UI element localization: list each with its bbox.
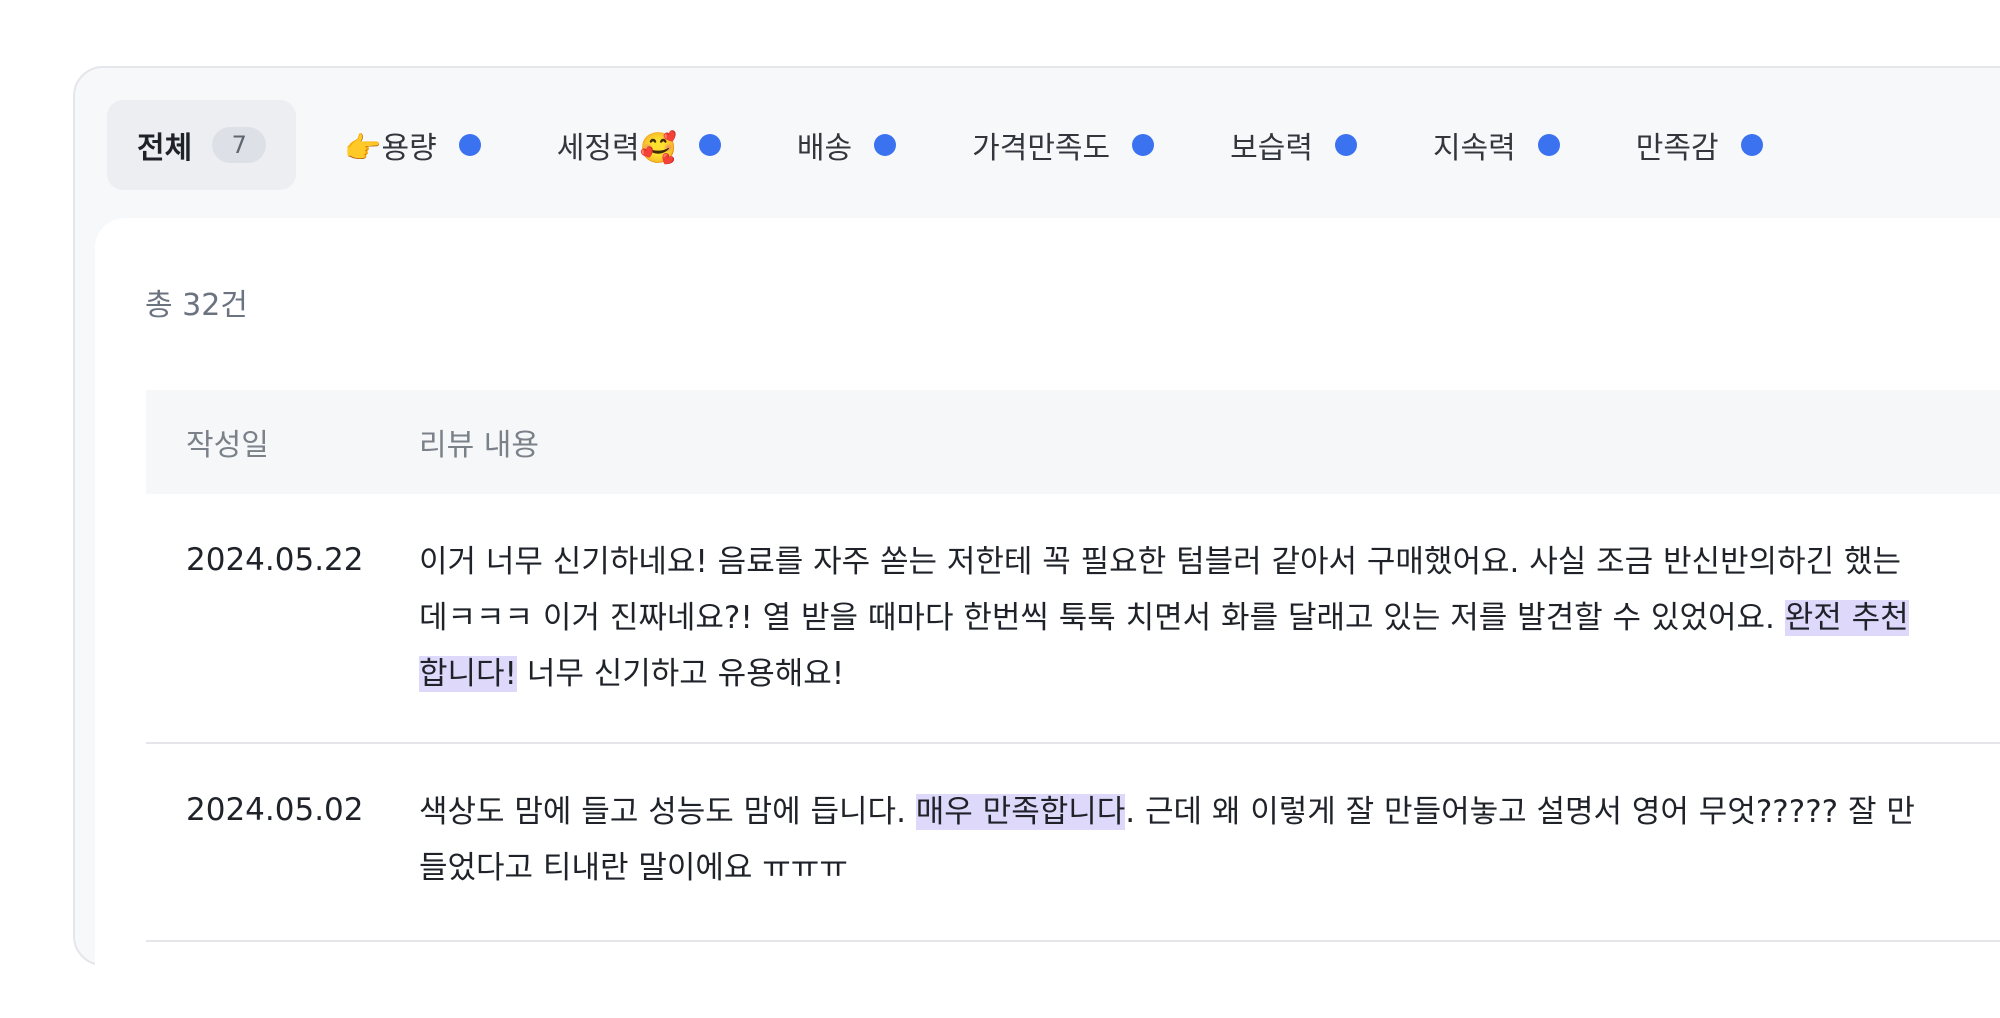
new-indicator-dot	[1132, 134, 1155, 156]
table-row: 2024.05.22 이거 너무 신기하네요! 음료를 자주 쏟는 저한테 꼭 …	[146, 494, 2000, 744]
review-panel: 전체 7 👉용량 세정력🥰 배송 가격만족도 보습력 지속력 만족감 총 32건…	[73, 66, 2000, 1018]
review-table: 작성일 리뷰 내용 2024.05.22 이거 너무 신기하네요! 음료를 자주…	[146, 390, 2000, 942]
tab-all[interactable]: 전체 7	[107, 100, 297, 190]
tab-label: 지속력	[1432, 131, 1516, 166]
tab-price-satisfaction[interactable]: 가격만족도	[972, 100, 1155, 190]
tab-cleansing[interactable]: 세정력🥰	[557, 100, 721, 190]
tab-label: 보습력	[1230, 131, 1313, 166]
review-text: 이거 너무 신기하네요! 음료를 자주 쏟는 저한테 꼭 필요한 텀블러 같아서…	[419, 494, 1919, 742]
tab-count-badge: 7	[212, 127, 267, 163]
review-text-segment: 너무 신기하고 유용해요!	[517, 656, 845, 692]
tab-delivery[interactable]: 배송	[796, 100, 897, 190]
new-indicator-dot	[698, 134, 721, 156]
header-content: 리뷰 내용	[419, 428, 539, 463]
table-header: 작성일 리뷰 내용	[146, 390, 2000, 494]
tab-moisturizing[interactable]: 보습력	[1230, 100, 1357, 190]
tab-label: 전체	[137, 131, 193, 166]
tab-satisfaction[interactable]: 만족감	[1636, 100, 1763, 190]
tab-label: 👉용량	[344, 131, 437, 166]
new-indicator-dot	[1334, 134, 1357, 156]
total-count: 총 32건	[145, 288, 248, 323]
tab-volume[interactable]: 👉용량	[344, 100, 481, 190]
review-list-card: 총 32건 작성일 리뷰 내용 2024.05.22 이거 너무 신기하네요! …	[95, 218, 2000, 1018]
review-text-segment: 색상도 맘에 들고 성능도 맘에 듭니다.	[419, 794, 916, 830]
review-date: 2024.05.02	[186, 792, 364, 828]
tab-label: 배송	[796, 131, 853, 166]
table-row: 2024.05.02 색상도 맘에 들고 성능도 맘에 듭니다. 매우 만족합니…	[146, 744, 2000, 942]
tab-label: 세정력🥰	[556, 131, 677, 166]
review-highlight: 매우 만족합니다	[915, 794, 1126, 830]
review-text: 색상도 맘에 들고 성능도 맘에 듭니다. 매우 만족합니다. 근데 왜 이렇게…	[419, 744, 1919, 940]
tab-label: 가격만족도	[972, 131, 1111, 166]
tab-label: 만족감	[1635, 131, 1719, 166]
new-indicator-dot	[1537, 134, 1560, 156]
new-indicator-dot	[458, 134, 481, 156]
new-indicator-dot	[874, 134, 897, 156]
tab-durability[interactable]: 지속력	[1433, 100, 1560, 190]
header-date: 작성일	[186, 428, 269, 463]
review-date: 2024.05.22	[186, 542, 364, 578]
review-text-segment: 이거 너무 신기하네요! 음료를 자주 쏟는 저한테 꼭 필요한 텀블러 같아서…	[419, 544, 1902, 636]
keyword-tabs: 전체 7 👉용량 세정력🥰 배송 가격만족도 보습력 지속력 만족감	[107, 100, 1839, 190]
new-indicator-dot	[1740, 134, 1763, 156]
